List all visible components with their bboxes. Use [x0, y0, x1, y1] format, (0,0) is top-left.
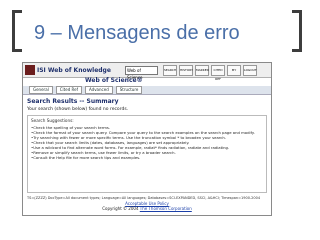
copyright-text: Copyright © 2004: [102, 206, 139, 211]
suggestion-item: Consult the Help file for more search ti…: [31, 155, 263, 160]
web-of-science-screenshot: ISI Web of Knowledge Web of Science SEAR…: [22, 62, 272, 216]
results-heading: Search Results -- Summary: [27, 98, 119, 105]
page-footer: Acceptable Use Policy Copyright © 2004 T…: [23, 201, 271, 211]
database-select[interactable]: Web of Science: [125, 66, 158, 80]
tab-structure[interactable]: Structure: [115, 86, 143, 94]
wok-logo[interactable]: ISI Web of Knowledge: [25, 64, 111, 76]
tab-cited-ref[interactable]: Cited Ref: [55, 86, 82, 94]
suggestions-panel: Search Suggestions: Check the spelling o…: [27, 115, 267, 193]
right-bracket-decoration: [292, 10, 302, 52]
results-message: Your search (shown below) found no recor…: [27, 107, 129, 112]
left-bracket-decoration: [12, 10, 22, 52]
product-name: Web of Science®: [85, 77, 143, 84]
logout-button[interactable]: LOGOUT: [243, 65, 257, 76]
history-button[interactable]: HISTORY: [179, 65, 193, 76]
tab-advanced[interactable]: Advanced: [84, 86, 113, 94]
slide-title: 9 – Mensagens de erro: [34, 22, 240, 44]
tab-general[interactable]: General: [29, 86, 53, 94]
search-button[interactable]: SEARCH: [163, 65, 177, 76]
isi-logo-icon: [25, 65, 35, 75]
header-buttons: SEARCH HISTORY MARKED CITED REF MY LOGOU…: [163, 65, 257, 81]
suggestions-title: Search Suggestions:: [31, 118, 74, 123]
brand-name: ISI Web of Knowledge: [37, 66, 111, 74]
search-tabs: General Cited Ref Advanced Structure: [23, 86, 271, 95]
my-account-button[interactable]: MY: [227, 65, 241, 76]
query-summary: TS=(ZZZZ) DocType=All document types; La…: [27, 196, 261, 200]
cited-ref-button[interactable]: CITED REF: [211, 65, 225, 81]
thomson-link[interactable]: The Thomson Corporation: [140, 206, 192, 211]
wok-header: ISI Web of Knowledge Web of Science SEAR…: [23, 63, 271, 84]
marked-list-button[interactable]: MARKED: [195, 65, 209, 76]
